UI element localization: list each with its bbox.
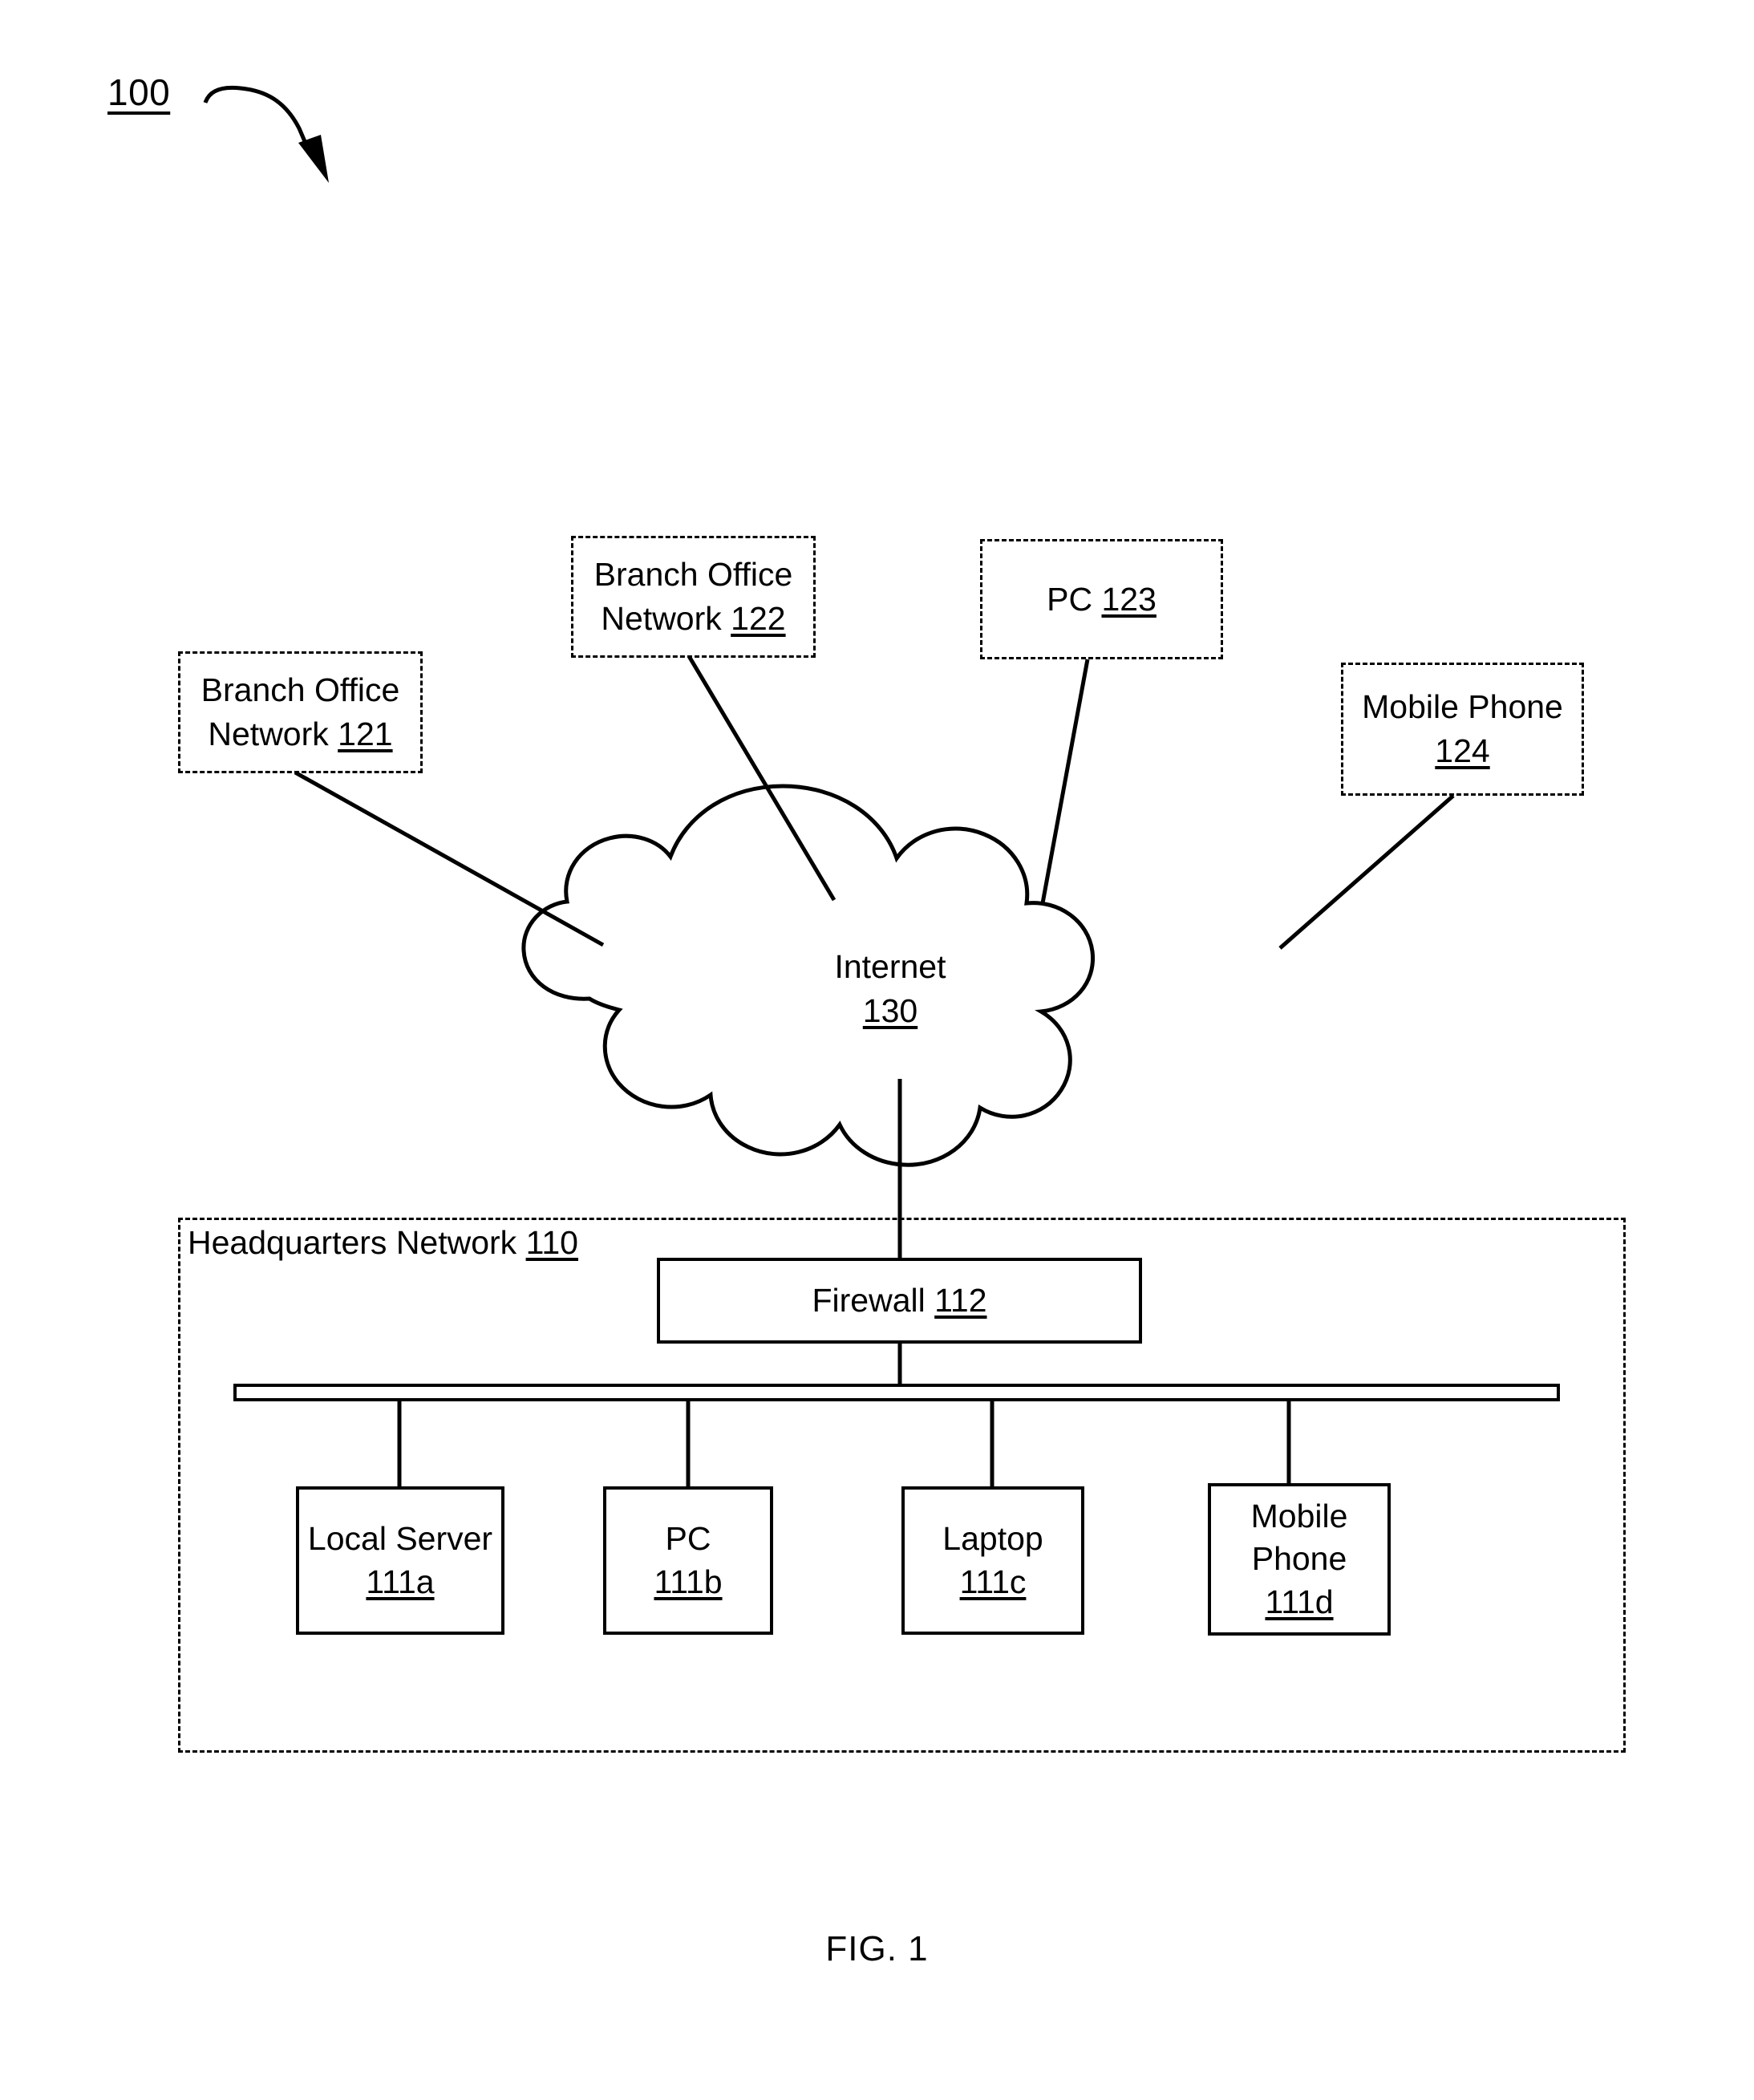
- bon122-ref: 122: [731, 600, 786, 637]
- bon122-line2: Network: [601, 600, 722, 637]
- mobile-111d-line2: Phone: [1251, 1540, 1347, 1578]
- firewall-box[interactable]: Firewall 112: [657, 1258, 1142, 1344]
- diagram-line-layer: [203, 85, 1455, 1488]
- pc-111b-label: PC: [665, 1520, 711, 1558]
- laptop-111c-box[interactable]: Laptop 111c: [901, 1486, 1084, 1635]
- bon121-line2: Network: [208, 716, 329, 752]
- laptop-ref: 111c: [959, 1563, 1027, 1600]
- hq-ref: 110: [525, 1224, 578, 1261]
- branch-office-network-122-box[interactable]: Branch Office Network 122: [571, 536, 816, 658]
- pc123-label: PC: [1047, 580, 1093, 618]
- link-mobile124-to-internet: [1278, 794, 1455, 950]
- bon121-line1: Branch Office: [201, 671, 400, 709]
- mobile-phone-124-box[interactable]: Mobile Phone 124: [1341, 663, 1584, 796]
- mobile-111d-line1: Mobile: [1250, 1498, 1348, 1535]
- firewall-ref: 112: [934, 1281, 987, 1319]
- headquarters-network-label: Headquarters Network 110: [186, 1224, 580, 1262]
- link-pc123-to-internet: [1040, 659, 1090, 904]
- local-server-label: Local Server: [307, 1520, 493, 1558]
- internet-ref: 130: [862, 992, 918, 1030]
- pc-123-box[interactable]: PC 123: [980, 539, 1223, 659]
- link-bon122-to-internet: [687, 655, 836, 902]
- laptop-label: Laptop: [942, 1520, 1043, 1558]
- local-server-ref: 111a: [366, 1563, 435, 1600]
- figure-caption: FIG. 1: [825, 1929, 929, 1968]
- hq-label-text: Headquarters Network: [188, 1224, 517, 1261]
- bon122-line1: Branch Office: [593, 556, 793, 594]
- mobile-phone-111d-box[interactable]: Mobile Phone 111d: [1208, 1483, 1391, 1636]
- internet-label-text: Internet: [834, 948, 946, 985]
- bon121-ref: 121: [338, 716, 393, 752]
- figure-reference-numeral: 100: [107, 71, 171, 113]
- mobile124-ref: 124: [1435, 732, 1490, 769]
- patent-figure: 100 Branch Office Network 121 Branch Off…: [0, 0, 1754, 2100]
- local-server-box[interactable]: Local Server 111a: [296, 1486, 504, 1635]
- network-bus-bar: [233, 1384, 1560, 1401]
- link-bon121-to-internet: [294, 770, 605, 947]
- pc123-ref: 123: [1101, 580, 1157, 618]
- firewall-label: Firewall: [812, 1281, 926, 1319]
- internet-cloud-label: Internet 130: [770, 945, 1011, 1034]
- pc-111b-box[interactable]: PC 111b: [603, 1486, 773, 1635]
- mobile-111d-ref: 111d: [1265, 1583, 1334, 1620]
- figure-lead-arrow: [203, 85, 329, 183]
- pc-111b-ref: 111b: [654, 1563, 723, 1600]
- mobile124-label: Mobile Phone: [1362, 688, 1563, 726]
- branch-office-network-121-box[interactable]: Branch Office Network 121: [178, 651, 423, 773]
